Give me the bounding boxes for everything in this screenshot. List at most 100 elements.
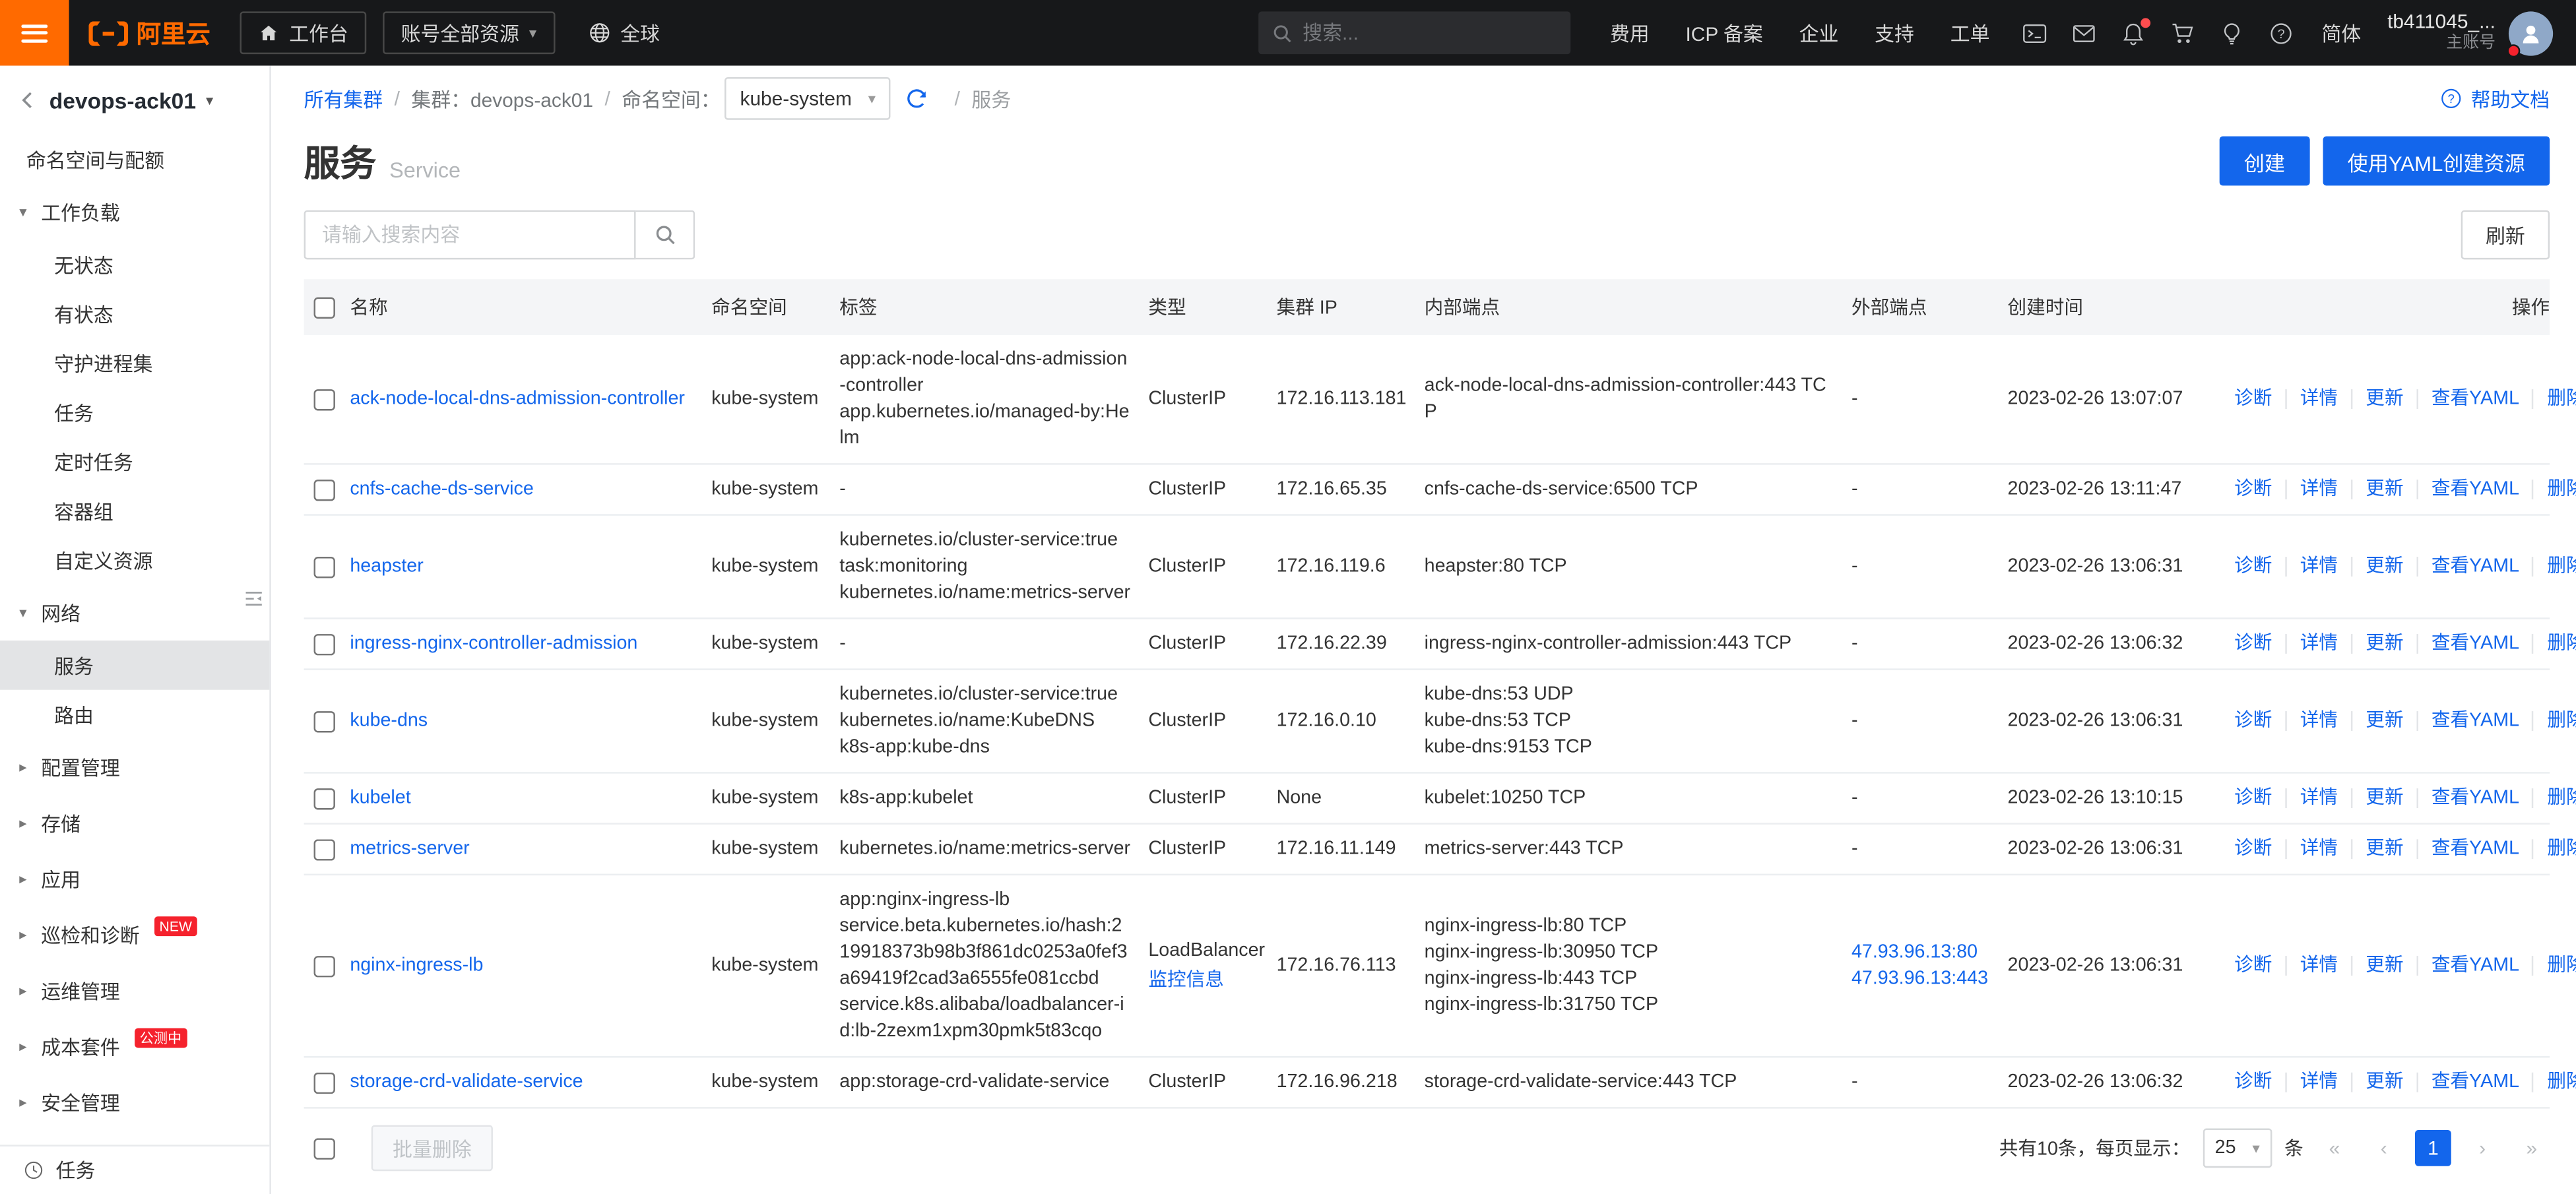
sidebar-group-9[interactable]: ▸安全管理 <box>0 1074 269 1130</box>
action-diagnose[interactable]: 诊断 <box>2221 389 2287 409</box>
language-switch[interactable]: 简体 <box>2321 19 2361 47</box>
service-name-link[interactable]: metrics-server <box>350 839 469 859</box>
action-detail[interactable]: 详情 <box>2287 1073 2353 1092</box>
row-checkbox[interactable] <box>314 633 335 654</box>
monitor-info-link[interactable]: 监控信息 <box>1148 967 1260 993</box>
service-name-link[interactable]: heapster <box>350 557 423 577</box>
avatar[interactable] <box>2509 11 2553 55</box>
action-delete[interactable]: 删除 <box>2534 956 2576 976</box>
sidebar-group-1[interactable]: ▾工作负载 <box>0 184 269 240</box>
topbar-link-2[interactable]: 企业 <box>1799 19 1839 47</box>
create-button[interactable]: 创建 <box>2219 137 2309 186</box>
action-detail[interactable]: 详情 <box>2287 557 2353 577</box>
topbar-link-1[interactable]: ICP 备案 <box>1685 19 1762 47</box>
refresh-button[interactable]: 刷新 <box>2461 210 2550 260</box>
action-view-yaml[interactable]: 查看YAML <box>2418 389 2534 409</box>
sidebar-item-1-0[interactable]: 无状态 <box>0 240 269 290</box>
action-view-yaml[interactable]: 查看YAML <box>2418 788 2534 808</box>
row-checkbox[interactable] <box>314 389 335 410</box>
action-update[interactable]: 更新 <box>2352 557 2418 577</box>
row-checkbox[interactable] <box>314 710 335 732</box>
row-checkbox[interactable] <box>314 479 335 500</box>
action-view-yaml[interactable]: 查看YAML <box>2418 711 2534 731</box>
sidebar-item-tasks[interactable]: 任务 <box>0 1145 269 1194</box>
sidebar-item-1-6[interactable]: 自定义资源 <box>0 536 269 585</box>
help-icon[interactable]: ? <box>2269 20 2294 45</box>
action-diagnose[interactable]: 诊断 <box>2221 1073 2287 1092</box>
sidebar-item-2-0[interactable]: 服务 <box>0 641 269 690</box>
service-name-link[interactable]: storage-crd-validate-service <box>350 1073 583 1092</box>
sidebar-group-7[interactable]: ▸运维管理 <box>0 962 269 1019</box>
action-diagnose[interactable]: 诊断 <box>2221 634 2287 654</box>
action-update[interactable]: 更新 <box>2352 788 2418 808</box>
row-checkbox[interactable] <box>314 838 335 860</box>
bulb-icon[interactable] <box>2220 20 2244 45</box>
row-checkbox[interactable] <box>314 1072 335 1093</box>
action-delete[interactable]: 删除 <box>2534 389 2576 409</box>
action-diagnose[interactable]: 诊断 <box>2221 839 2287 859</box>
external-endpoint-link[interactable]: 47.93.96.13:80 <box>1852 939 1991 966</box>
sidebar-item-0[interactable]: 命名空间与配额 <box>0 135 269 184</box>
topbar-link-0[interactable]: 费用 <box>1610 19 1650 47</box>
service-name-link[interactable]: nginx-ingress-lb <box>350 956 483 976</box>
service-name-link[interactable]: kubelet <box>350 788 410 808</box>
action-update[interactable]: 更新 <box>2352 711 2418 731</box>
sidebar-group-5[interactable]: ▸应用 <box>0 851 269 907</box>
service-name-link[interactable]: cnfs-cache-ds-service <box>350 480 533 499</box>
pagination-prev[interactable]: ‹ <box>2366 1130 2402 1166</box>
action-diagnose[interactable]: 诊断 <box>2221 788 2287 808</box>
action-view-yaml[interactable]: 查看YAML <box>2418 557 2534 577</box>
action-detail[interactable]: 详情 <box>2287 711 2353 731</box>
sidebar-item-1-3[interactable]: 任务 <box>0 388 269 437</box>
action-detail[interactable]: 详情 <box>2287 480 2353 499</box>
sidebar-group-2[interactable]: ▾网络 <box>0 584 269 641</box>
pagination-page-current[interactable]: 1 <box>2415 1130 2451 1166</box>
row-checkbox[interactable] <box>314 556 335 577</box>
sidebar-item-1-5[interactable]: 容器组 <box>0 486 269 536</box>
row-checkbox[interactable] <box>314 788 335 809</box>
action-view-yaml[interactable]: 查看YAML <box>2418 480 2534 499</box>
action-detail[interactable]: 详情 <box>2287 788 2353 808</box>
sidebar-item-1-4[interactable]: 定时任务 <box>0 437 269 486</box>
external-endpoint-link[interactable]: 47.93.96.13:443 <box>1852 966 1991 992</box>
action-update[interactable]: 更新 <box>2352 480 2418 499</box>
action-view-yaml[interactable]: 查看YAML <box>2418 1073 2534 1092</box>
topbar-link-3[interactable]: 支持 <box>1875 19 1914 47</box>
alibaba-cloud-logo[interactable]: 阿里云 <box>88 16 210 50</box>
action-delete[interactable]: 删除 <box>2534 788 2576 808</box>
action-delete[interactable]: 删除 <box>2534 711 2576 731</box>
action-update[interactable]: 更新 <box>2352 634 2418 654</box>
pagination-last[interactable]: » <box>2513 1130 2550 1166</box>
service-name-link[interactable]: kube-dns <box>350 711 428 731</box>
user-account-menu[interactable]: tb411045_... 主账号 <box>2387 11 2553 55</box>
namespace-refresh-icon[interactable] <box>905 87 928 110</box>
batch-delete-button[interactable]: 批量删除 <box>371 1125 493 1172</box>
bell-icon[interactable] <box>2121 20 2146 45</box>
resource-scope-dropdown[interactable]: 账号全部资源 ▾ <box>383 11 554 54</box>
pagination-first[interactable]: « <box>2317 1130 2353 1166</box>
service-name-link[interactable]: ingress-nginx-controller-admission <box>350 634 637 654</box>
action-diagnose[interactable]: 诊断 <box>2221 711 2287 731</box>
sidebar-group-8[interactable]: ▸成本套件公测中 <box>0 1019 269 1075</box>
row-checkbox[interactable] <box>314 955 335 976</box>
help-doc-link[interactable]: ? 帮助文档 <box>2439 84 2550 112</box>
action-diagnose[interactable]: 诊断 <box>2221 557 2287 577</box>
action-detail[interactable]: 详情 <box>2287 634 2353 654</box>
pagination-next[interactable]: › <box>2464 1130 2501 1166</box>
main-menu-button[interactable] <box>0 0 69 66</box>
sidebar-fold-icon[interactable] <box>243 588 264 609</box>
namespace-select[interactable]: kube-system ▾ <box>725 77 890 120</box>
sidebar-item-1-1[interactable]: 有状态 <box>0 289 269 338</box>
action-delete[interactable]: 删除 <box>2534 480 2576 499</box>
action-update[interactable]: 更新 <box>2352 956 2418 976</box>
action-delete[interactable]: 删除 <box>2534 839 2576 859</box>
global-search-input[interactable] <box>1303 21 1533 44</box>
action-delete[interactable]: 删除 <box>2534 557 2576 577</box>
topbar-link-4[interactable]: 工单 <box>1950 19 1990 47</box>
action-update[interactable]: 更新 <box>2352 1073 2418 1092</box>
workbench-button[interactable]: 工作台 <box>240 11 367 54</box>
sidebar-item-1-2[interactable]: 守护进程集 <box>0 338 269 388</box>
action-diagnose[interactable]: 诊断 <box>2221 480 2287 499</box>
footer-select-checkbox[interactable] <box>314 1137 335 1158</box>
sidebar-group-6[interactable]: ▸巡检和诊断NEW <box>0 906 269 962</box>
